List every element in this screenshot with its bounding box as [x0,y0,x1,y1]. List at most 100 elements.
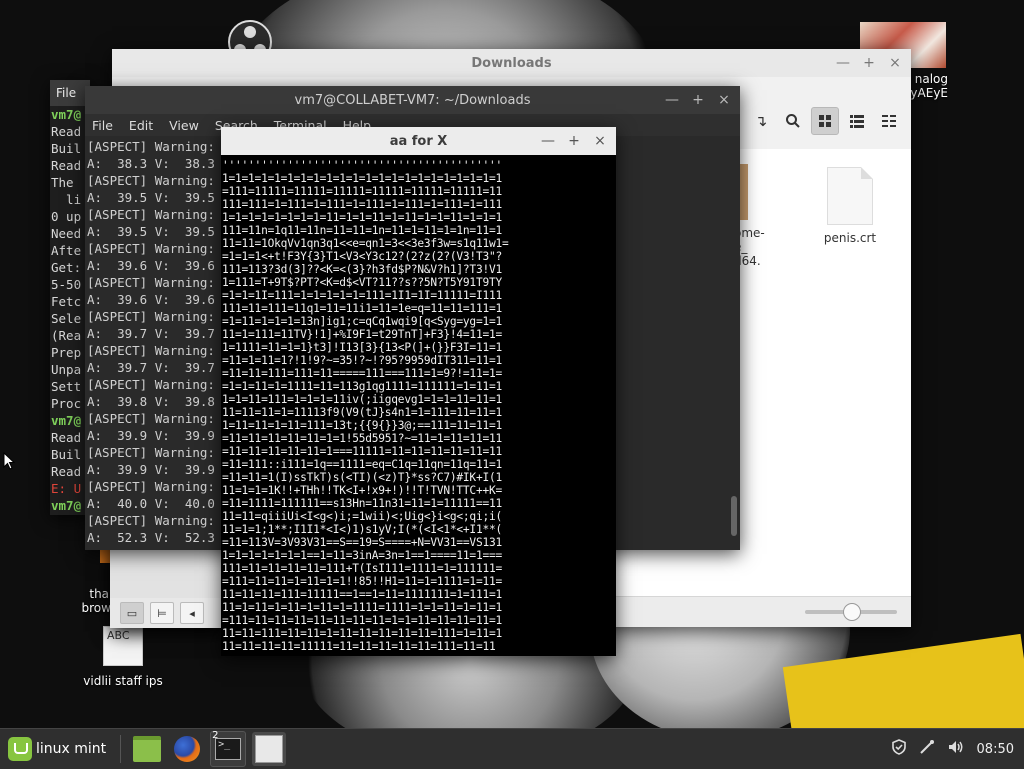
location-toggle-icon[interactable]: ↴ [747,107,775,135]
minimize-button[interactable]: — [664,92,680,108]
minimize-button[interactable]: — [540,133,556,149]
terminal-line: =1=1=11=1=1111=11=113g1qg1111=111111=1=1… [222,380,502,393]
maximize-button[interactable]: + [566,133,582,149]
icon-view-icon[interactable] [811,107,839,135]
taskbar: linux mint >_ 2 08:50 [0,728,1024,769]
file-name: penis.crt [823,231,877,245]
file-manager-toolbar: ↴ [747,107,903,135]
terminal-line: =11=11=111=111=11=====111===111=1=9?!=11… [222,367,502,380]
certificate-file-icon [827,167,873,225]
terminal-scrollbar[interactable] [731,496,737,536]
file-manager-sidebar-window[interactable]: ▭ ⊨ ◂ [110,550,222,628]
terminal-line: 1=1=1=1=1=1=1=1=1=1=1=1=1=1=1=1=1=1=1=1=… [222,172,502,185]
tree-view-icon[interactable]: ⊨ [150,602,174,624]
window-title: vm7@COLLABET-VM7: ~/Downloads [294,92,531,108]
maximize-button[interactable]: + [690,92,706,108]
compact-view-icon[interactable] [875,107,903,135]
terminal-line: 11=11=1OkqVv1qn3q1<<e=qn1=3<<3e3f3w=s1q1… [222,237,509,250]
terminal-line: =11=11=11=11=11=1=1!55d5951?~=11=1=11=11… [222,432,502,445]
terminal-line: 1=1=1=1=1=1=1=1=11=1=1=11=1=11=1=1=11=1=… [222,211,502,224]
terminal-line: 1=1=1=1=1=1=1==1=11=3inA=3n=1==1====11=1… [222,549,502,562]
terminal-line: 111=11=111=11q1=11=11i1=11=1e=q=11=11=11… [222,302,502,315]
terminal-line: 111=113?3d(3]??<K=<(3}?h3fd$P?N&V?h1]?T3… [222,263,502,276]
minimize-button[interactable]: — [835,55,851,71]
hide-sidebar-icon[interactable]: ◂ [180,602,204,624]
terminal-line: 111=11n=1q11=11n=11=11=1n=11=1=11=1=1n=1… [222,224,502,237]
list-view-icon[interactable] [843,107,871,135]
start-menu-button[interactable]: linux mint [0,729,114,769]
terminal-line: 1=11=11=1=11=111=13t;{{9{}}3@;==111=11=1… [222,419,502,432]
close-button[interactable]: × [592,133,608,149]
mouse-cursor-icon [3,452,15,470]
terminal-line: =11=1=11=1?!1!9?~=35!?~!?95?9959dIT311=1… [222,354,502,367]
terminal-line: 111=111=1=111=1=111=1=111=1=111=1=111=1=… [222,198,502,211]
terminal-line: =1=1=1<+t!F3Y{3}T1<V3<Y3c12?(2?z(2?(V3!T… [222,250,502,263]
close-button[interactable]: × [887,55,903,71]
background-terminal-window[interactable]: File vm7@ Read Buil Read The li 0 up Need Afte G… [50,80,90,515]
terminal-line: 11=11=qiiiUi<I<g<)i;=1wii)<;Uig<}i<g<;qi… [222,510,502,523]
shield-icon[interactable] [891,739,907,759]
file-manager-task-button[interactable] [252,732,287,766]
files-launcher[interactable] [130,732,164,766]
terminal-line: =11=113V=3V93V31==S==19=S====+N=VV31==VS… [222,536,502,549]
terminal-line: =111=11=11=1=11=1=1!!85!!H1=11=1=1111=1=… [222,575,502,588]
linux-mint-logo-icon [8,737,32,761]
maximize-button[interactable]: + [861,55,877,71]
ascii-art-output: ''''''''''''''''''''''''''''''''''''''''… [221,155,616,653]
terminal-line: 11=1=1=1K!!+THh!!TK<I+!x9+!)!!T!TVN!TTC+… [222,484,502,497]
window-title: Downloads [471,55,552,71]
terminal-line: =111=11111=11111=11111=11111=11111=11111… [222,185,502,198]
terminal-icon: >_ [215,738,242,760]
terminal-line: 11=11=11=11=11111=11=11=11=11=11=111=11=… [222,640,496,653]
firefox-launcher[interactable] [170,732,204,766]
terminal-line: =11=111::i111=1q==1111=eq=C1q=11qn=11q=1… [222,458,502,471]
background-terminal-menu[interactable]: File [50,80,90,106]
terminal-line: 11=1=1;1**;I1I1*<I<)1)s1yV;I(*(<I<1*<+I1… [222,523,502,536]
terminal-line: 11=11=11=111=11111==1==1=11=1111111=1=11… [222,588,502,601]
text-file-icon: ABC [103,626,143,666]
aa-titlebar[interactable]: aa for X — + × [221,127,616,155]
terminal-line: 11=11=11=1=11113f9(V9(tJ}s4n1=1=111=11=1… [222,406,502,419]
desktop-icon-vidlii-staff-ips[interactable]: ABC vidlii staff ips [78,626,168,688]
terminal-line: 1=1111=11=1=1}t3]!I13[3}{13<P(]+(}}F3I=1… [222,341,502,354]
clock[interactable]: 08:50 [977,742,1014,757]
terminal-line: =1=1=1I=111=1=1=1=1=1=111=1I1=1I=11111=I… [222,289,502,302]
window-count-badge: 2 [212,730,219,741]
terminal-line: 1=111=T+9T$?PT?<K=d$<VT?11??s??5N?T5Y91T… [222,276,502,289]
terminal-line: 111=11=11=11=11=111+T(IsI111=1111=1=1111… [222,562,502,575]
window-preview-icon [255,735,284,763]
menu-view[interactable]: View [169,118,199,133]
volume-icon[interactable] [947,739,965,759]
terminal-line: =11=1111=111111==s13Hn=11n31=11=1=11111=… [222,497,502,510]
sidebar-toolbar: ▭ ⊨ ◂ [110,598,222,628]
terminal-line: 11=11=111=11=11=1=11=11=11=11=11=111=1=1… [222,627,502,640]
file-item[interactable]: penis.crt [810,167,890,245]
aa-for-x-window[interactable]: aa for X — + × '''''''''''''''''''''''''… [221,127,616,656]
zoom-slider-handle[interactable] [843,603,861,621]
menu-edit[interactable]: Edit [129,118,153,133]
menu-file[interactable]: File [92,118,113,133]
search-icon[interactable] [779,107,807,135]
terminal-line: =11=11=11=11=11=1===11111=11=11=11=11=11… [222,445,502,458]
network-icon[interactable] [919,739,935,759]
desktop-icon-label: vidlii staff ips [83,674,163,688]
start-menu-label: linux mint [36,741,107,757]
background-terminal-output: vm7@ Read Buil Read The li 0 up Need Afte Get: 5-… [50,106,90,514]
window-title: aa for X [389,133,448,149]
terminal-line: 11=1=11=1=11=1=11=1=1111=1111=1=1=11=1=1… [222,601,502,614]
close-button[interactable]: × [716,92,732,108]
taskbar-separator [120,735,122,763]
terminal-line: 11=1=111=11TV}!1]+%I9F1=t29TnT]+F3}!4=11… [222,328,502,341]
terminal-line: 1=1=11=111=1=1=1=11iv(;iigqevg1=1=1=11=1… [222,393,502,406]
file-manager-titlebar[interactable]: Downloads — + × [112,49,911,77]
system-tray: 08:50 [891,729,1014,769]
firefox-icon [174,736,201,762]
terminal-line: =1=11=1=1=1=13n]ig1;c=qCq1wqi9[q<Syg=yg=… [222,315,502,328]
places-icon[interactable]: ▭ [120,602,144,624]
terminal-line: =11=11=1(I)ssTkT)s(<TI)(<z)T}*ss?C7)#IK+… [222,471,502,484]
zoom-slider[interactable] [805,603,897,621]
terminal-line: =111=11=11=11=11=11=11=11=1=1=11=11=11=1… [222,614,502,627]
menu-file[interactable]: File [56,86,76,100]
terminal-task-button[interactable]: >_ 2 [210,730,247,767]
terminal-titlebar[interactable]: vm7@COLLABET-VM7: ~/Downloads — + × [85,86,740,114]
